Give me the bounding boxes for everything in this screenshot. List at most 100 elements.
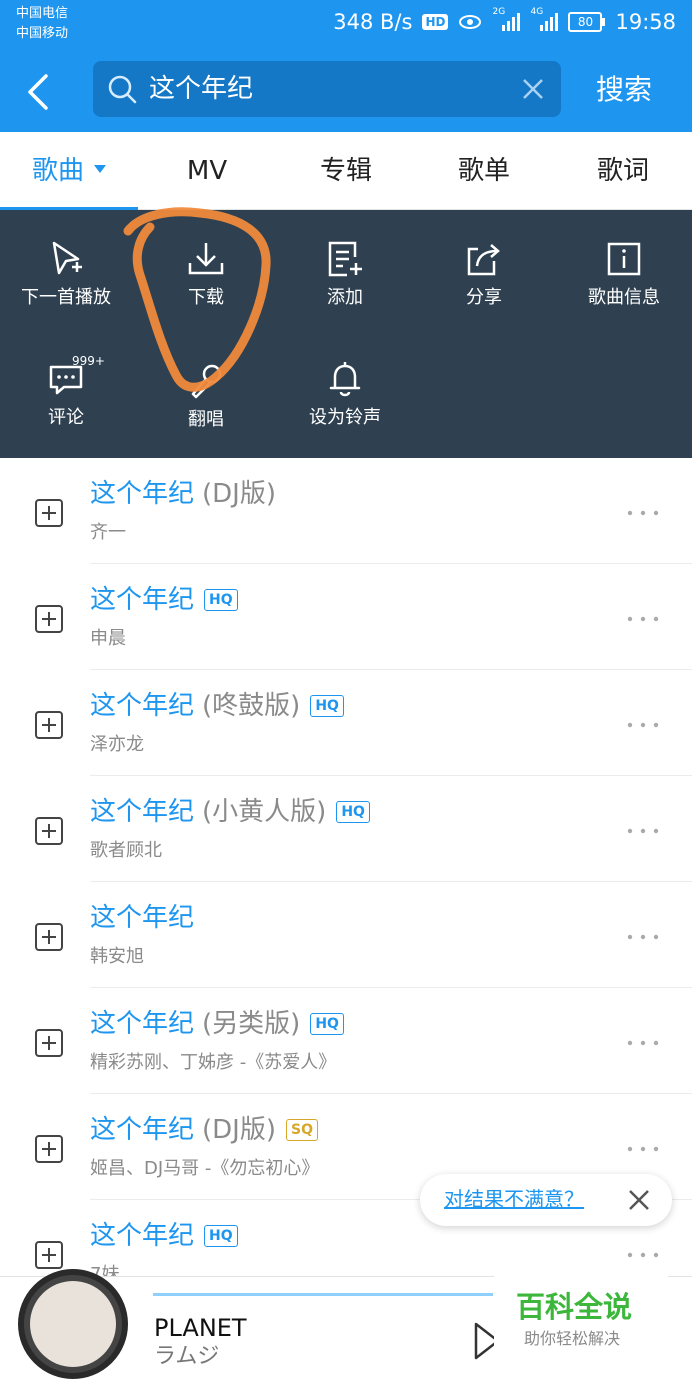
share-button[interactable]: 分享 — [415, 236, 553, 310]
comment-button[interactable]: 999+ 评论 — [0, 354, 135, 430]
song-name: 这个年纪 — [90, 691, 195, 721]
song-row[interactable]: 这个年纪 韩安旭 — [0, 882, 692, 988]
song-name: 这个年纪 — [90, 1115, 195, 1145]
network-type-1: 2G — [492, 7, 506, 17]
add-box-icon[interactable] — [34, 922, 64, 952]
progress-bar — [153, 1293, 493, 1296]
play-next-label: 下一首播放 — [21, 287, 111, 308]
quality-badge: SQ — [286, 1119, 318, 1141]
set-ringtone-label: 设为铃声 — [309, 407, 381, 428]
more-icon[interactable] — [626, 932, 660, 942]
song-artist: 申晨 — [90, 628, 126, 649]
tab-songs-label: 歌曲 — [31, 156, 84, 186]
watermark-subtitle: 助你轻松解决 — [524, 1329, 621, 1348]
battery-icon: 80 — [568, 12, 606, 32]
search-input[interactable]: 这个年纪 — [93, 61, 561, 117]
song-info-button[interactable]: 歌曲信息 — [555, 236, 692, 310]
info-icon — [607, 242, 641, 276]
play-next-icon — [52, 241, 82, 275]
carrier-1: 中国电信 — [16, 6, 69, 21]
song-row[interactable]: 这个年纪 (小黄人版) HQ 歌者顾北 — [0, 776, 692, 882]
set-ringtone-button[interactable]: 设为铃声 — [276, 356, 414, 430]
search-query: 这个年纪 — [149, 74, 254, 104]
song-version: (咚鼓版) — [202, 691, 301, 721]
add-box-icon[interactable] — [34, 1028, 64, 1058]
more-icon[interactable] — [626, 614, 660, 624]
more-icon[interactable] — [626, 826, 660, 836]
song-title: 这个年纪 (DJ版) — [90, 476, 276, 512]
clear-button[interactable] — [519, 75, 547, 103]
song-version: (DJ版) — [202, 1115, 276, 1145]
tab-albums[interactable]: 专辑 — [277, 132, 415, 210]
song-artist: 精彩苏刚、丁姊彦 -《苏爱人》 — [90, 1052, 337, 1073]
back-button[interactable] — [18, 70, 62, 114]
download-label: 下载 — [188, 287, 224, 308]
track-title: PLANET — [154, 1314, 247, 1342]
song-row[interactable]: 这个年纪 (咚鼓版) HQ 泽亦龙 — [0, 670, 692, 776]
add-box-icon[interactable] — [34, 604, 64, 634]
eye-icon — [459, 15, 482, 29]
feedback-link[interactable]: 对结果不满意？ — [444, 1186, 584, 1212]
song-artist: 泽亦龙 — [90, 734, 144, 755]
tab-songs[interactable]: 歌曲 — [0, 132, 138, 211]
song-name: 这个年纪 — [90, 1221, 195, 1251]
track-artist: ラムジ — [154, 1344, 220, 1369]
battery-level: 80 — [568, 12, 603, 32]
album-art-image — [30, 1281, 116, 1367]
chevron-left-icon — [28, 74, 48, 110]
song-version: (小黄人版) — [202, 797, 327, 827]
song-action-panel: 下一首播放 下载 添加 分享 歌曲信息 999+ 评论 翻唱 设为铃声 — [0, 210, 692, 458]
quality-badge: HQ — [310, 695, 344, 717]
network-type-2: 4G — [530, 7, 544, 17]
cover-label: 翻唱 — [188, 409, 224, 430]
add-box-icon[interactable] — [34, 498, 64, 528]
song-title: 这个年纪 (咚鼓版) HQ — [90, 688, 344, 724]
search-header: 这个年纪 搜索 — [0, 52, 692, 132]
add-box-icon[interactable] — [34, 1134, 64, 1164]
song-version: (另类版) — [202, 1009, 301, 1039]
play-next-button[interactable]: 下一首播放 — [0, 236, 135, 310]
album-art[interactable] — [18, 1269, 128, 1379]
share-icon — [467, 244, 500, 276]
song-row[interactable]: 这个年纪 (DJ版) 齐一 — [0, 458, 692, 564]
more-icon[interactable] — [626, 1144, 660, 1154]
caret-down-icon — [94, 164, 106, 173]
microphone-icon — [191, 364, 222, 399]
more-icon[interactable] — [626, 1038, 660, 1048]
song-name: 这个年纪 — [90, 903, 195, 933]
song-row[interactable]: 这个年纪 (另类版) HQ 精彩苏刚、丁姊彦 -《苏爱人》 — [0, 988, 692, 1094]
status-indicators: 348 B/s HD 2G 4G 80 19:58 — [333, 7, 676, 34]
add-box-icon[interactable] — [34, 816, 64, 846]
song-artist: 歌者顾北 — [90, 840, 162, 861]
bell-icon — [329, 362, 361, 397]
network-speed: 348 B/s — [333, 10, 413, 34]
search-button[interactable]: 搜索 — [596, 70, 652, 110]
song-title: 这个年纪 HQ — [90, 1218, 238, 1254]
add-to-list-icon — [328, 241, 362, 277]
add-label: 添加 — [327, 287, 363, 308]
cover-button[interactable]: 翻唱 — [137, 358, 275, 432]
hd-badge: HD — [422, 14, 449, 30]
add-box-icon[interactable] — [34, 1240, 64, 1270]
song-row[interactable]: 这个年纪 HQ 申晨 — [0, 564, 692, 670]
download-icon — [188, 243, 224, 275]
tab-lyrics[interactable]: 歌词 — [554, 132, 692, 210]
song-name: 这个年纪 — [90, 479, 195, 509]
tab-playlists[interactable]: 歌单 — [415, 132, 553, 210]
more-icon[interactable] — [626, 1250, 660, 1260]
search-icon — [108, 75, 137, 104]
carrier-2: 中国移动 — [16, 26, 69, 41]
song-title: 这个年纪 (小黄人版) HQ — [90, 794, 370, 830]
quality-badge: HQ — [336, 801, 370, 823]
close-icon[interactable] — [626, 1187, 652, 1213]
download-button[interactable]: 下载 — [137, 236, 275, 310]
more-icon[interactable] — [626, 508, 660, 518]
more-icon[interactable] — [626, 720, 660, 730]
add-box-icon[interactable] — [34, 710, 64, 740]
add-button[interactable]: 添加 — [276, 236, 414, 310]
song-name: 这个年纪 — [90, 585, 195, 615]
watermark-title: 百科全说 — [516, 1290, 633, 1324]
tab-mv[interactable]: MV — [138, 132, 276, 210]
quality-badge: HQ — [204, 1225, 238, 1247]
song-title: 这个年纪 (另类版) HQ — [90, 1006, 344, 1042]
